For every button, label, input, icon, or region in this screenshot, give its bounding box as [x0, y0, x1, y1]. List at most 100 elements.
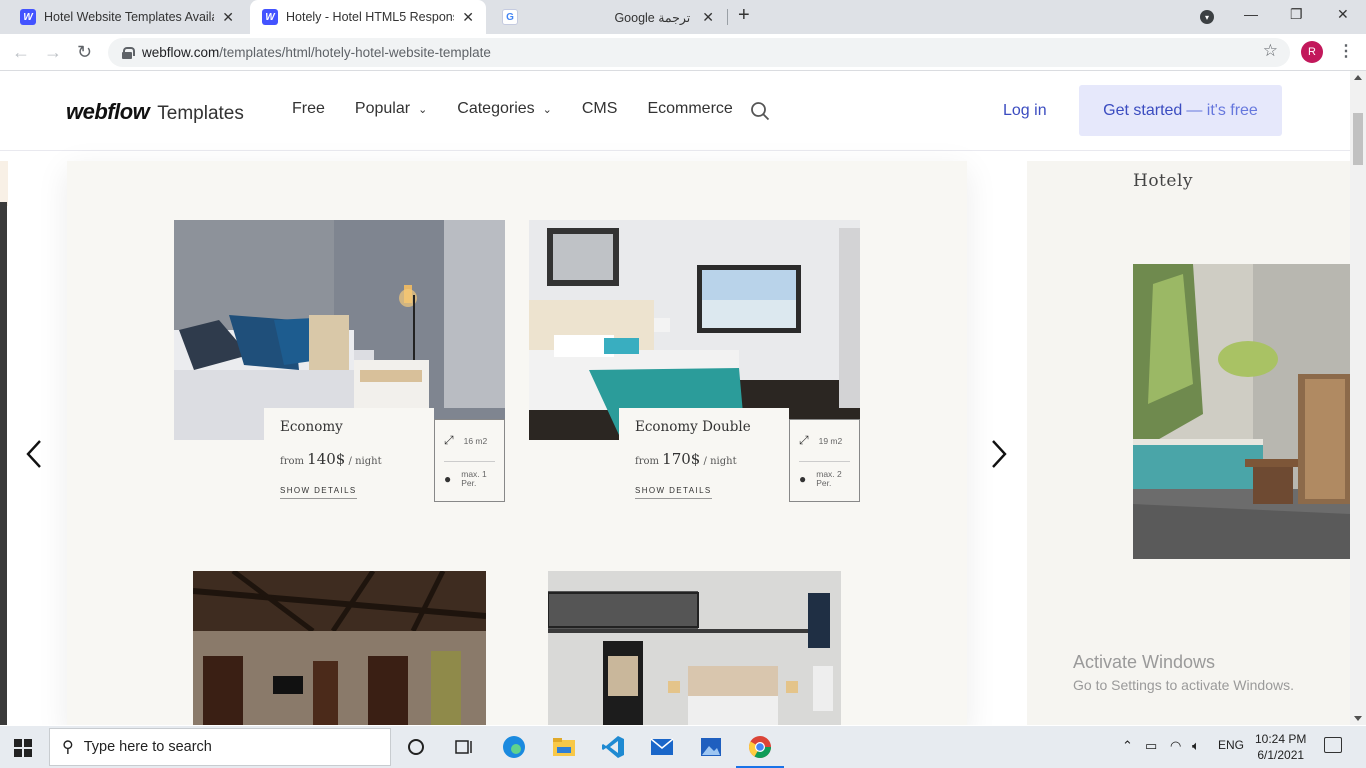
activate-windows-watermark: Activate Windows Go to Settings to activ…: [1073, 652, 1294, 693]
room-info-economy-double: Economy Double from 170$ / night SHOW DE…: [619, 408, 789, 502]
room-capacity: ● max. 1 Per.: [444, 469, 487, 489]
vscode-icon[interactable]: [599, 733, 627, 761]
search-icon: ⚲: [62, 739, 74, 756]
room-area: ⤢ 16 m2: [444, 433, 488, 447]
close-window-icon[interactable]: ✕: [1337, 6, 1349, 23]
tab-title: Google ترجمة: [614, 10, 691, 25]
brand-name: webflow: [66, 99, 150, 124]
tab-title: Hotely - Hotel HTML5 Responsive: [286, 10, 454, 24]
person-icon: ●: [444, 472, 452, 487]
login-link[interactable]: Log in: [1003, 102, 1047, 120]
close-tab-icon[interactable]: ✕: [222, 9, 234, 26]
tab-hotely[interactable]: W Hotely - Hotel HTML5 Responsive ✕: [250, 0, 486, 34]
carousel-next-icon[interactable]: [986, 439, 1010, 469]
next-template-preview[interactable]: Hotely: [1027, 161, 1350, 725]
task-view-icon[interactable]: [450, 733, 478, 761]
lock-icon[interactable]: [122, 47, 135, 59]
language-indicator[interactable]: ENG: [1218, 738, 1244, 752]
show-details-link[interactable]: SHOW DETAILS: [635, 486, 712, 499]
tab-title: Hotel Website Templates Availab: [44, 10, 215, 24]
spec-divider: [444, 461, 495, 462]
mail-icon[interactable]: [648, 733, 676, 761]
room-area: ⤢ 19 m2: [799, 433, 843, 447]
room-photo-economy-double: [529, 220, 860, 440]
previous-preview-edge-dark: [0, 202, 7, 725]
profile-avatar[interactable]: R: [1301, 41, 1323, 63]
close-tab-icon[interactable]: ✕: [702, 9, 714, 26]
close-tab-icon[interactable]: ✕: [462, 9, 474, 26]
room-card-economy[interactable]: Economy from 140$ / night SHOW DETAILS ⤢…: [174, 220, 505, 502]
tab-search-icon[interactable]: ▾: [1200, 10, 1214, 24]
edge-icon[interactable]: [500, 733, 528, 761]
file-explorer-icon[interactable]: [550, 733, 578, 761]
carousel-prev-icon[interactable]: [23, 439, 47, 469]
nav-categories[interactable]: Categories ⌄: [457, 100, 552, 118]
main-nav: Free Popular ⌄ Categories ⌄ CMS Ecommerce: [292, 100, 763, 118]
room-photo-rustic: [193, 571, 486, 725]
google-translate-favicon-icon: G: [502, 9, 518, 25]
scroll-thumb[interactable]: [1353, 113, 1363, 165]
windows-start-icon[interactable]: [14, 739, 32, 757]
spec-divider: [799, 461, 850, 462]
page-viewport: webflow Templates Free Popular ⌄ Categori…: [0, 71, 1350, 725]
browser-menu-icon[interactable]: ⋮: [1338, 41, 1354, 61]
nav-ecommerce[interactable]: Ecommerce: [647, 100, 732, 118]
room-capacity: ● max. 2 Per.: [799, 469, 842, 489]
nav-popular[interactable]: Popular ⌄: [355, 100, 427, 118]
address-bar: ← → ↻ webflow.com/templates/html/hotely-…: [0, 34, 1366, 71]
tab-google-translate[interactable]: G Google ترجمة ✕: [490, 0, 726, 34]
show-hidden-icons-icon[interactable]: ⌃: [1122, 738, 1133, 754]
taskbar-clock[interactable]: 10:24 PM 6/1/2021: [1255, 731, 1306, 763]
nav-free[interactable]: Free: [292, 100, 325, 118]
scroll-up-icon[interactable]: [1354, 75, 1362, 80]
nav-cms[interactable]: CMS: [582, 100, 618, 118]
previous-preview-edge: [0, 161, 8, 206]
room-specs-economy: ⤢ 16 m2 ● max. 1 Per.: [434, 419, 505, 502]
maximize-icon[interactable]: ❐: [1290, 6, 1303, 23]
taskbar-search-input[interactable]: ⚲ Type here to search: [49, 728, 391, 766]
webflow-favicon-icon: W: [20, 9, 36, 25]
cortana-icon[interactable]: [402, 733, 430, 761]
scroll-down-icon[interactable]: [1354, 716, 1362, 721]
chevron-down-icon: ⌄: [418, 103, 428, 116]
volume-icon[interactable]: 🔈︎: [1192, 738, 1200, 754]
room-name: Economy: [280, 419, 343, 435]
template-preview[interactable]: Economy from 140$ / night SHOW DETAILS ⤢…: [67, 161, 967, 725]
url-input[interactable]: webflow.com/templates/html/hotely-hotel-…: [108, 38, 1290, 67]
get-started-button[interactable]: Get started — it's free: [1079, 85, 1282, 136]
resize-arrow-icon: ⤢: [799, 433, 809, 447]
reload-icon[interactable]: ↻: [77, 42, 92, 63]
room-specs-economy-double: ⤢ 19 m2 ● max. 2 Per.: [789, 419, 860, 502]
room-card-economy-double[interactable]: Economy Double from 170$ / night SHOW DE…: [529, 220, 860, 502]
tab-hotel-templates[interactable]: W Hotel Website Templates Availab ✕: [8, 0, 246, 34]
page-scrollbar[interactable]: [1350, 71, 1366, 725]
minimize-icon[interactable]: —: [1244, 6, 1258, 22]
room-price: from 170$ / night: [635, 450, 737, 468]
windows-taskbar: ⚲ Type here to search ⌃ ▭ ◠ 🔈︎ ENG 10:24…: [0, 726, 1366, 768]
webflow-templates-logo[interactable]: webflow Templates: [66, 99, 244, 125]
new-tab-icon[interactable]: +: [738, 4, 750, 27]
bookmark-star-icon[interactable]: ☆: [1263, 41, 1278, 61]
tab-strip: W Hotel Website Templates Availab ✕ W Ho…: [0, 0, 1366, 34]
forward-arrow-icon[interactable]: →: [44, 42, 62, 63]
side-preview-title: Hotely: [1133, 171, 1193, 191]
show-details-link[interactable]: SHOW DETAILS: [280, 486, 357, 499]
room-name: Economy Double: [635, 419, 751, 435]
resize-arrow-icon: ⤢: [444, 433, 454, 447]
wifi-icon[interactable]: ◠: [1170, 738, 1181, 754]
tab-separator: [727, 9, 728, 25]
site-header: webflow Templates Free Popular ⌄ Categori…: [0, 71, 1350, 151]
room-photo-loft: [548, 571, 841, 725]
notifications-icon[interactable]: [1324, 737, 1342, 753]
room-photo-economy: [174, 220, 505, 440]
photos-icon[interactable]: [697, 733, 725, 761]
room-info-economy: Economy from 140$ / night SHOW DETAILS: [264, 408, 434, 502]
battery-icon[interactable]: ▭: [1145, 738, 1157, 754]
url-text: webflow.com/templates/html/hotely-hotel-…: [142, 45, 491, 60]
product-name: Templates: [157, 103, 244, 124]
room-price: from 140$ / night: [280, 450, 382, 468]
search-icon[interactable]: [750, 101, 770, 121]
webflow-favicon-icon: W: [262, 9, 278, 25]
chrome-icon[interactable]: [736, 733, 784, 768]
back-arrow-icon[interactable]: ←: [12, 42, 30, 63]
